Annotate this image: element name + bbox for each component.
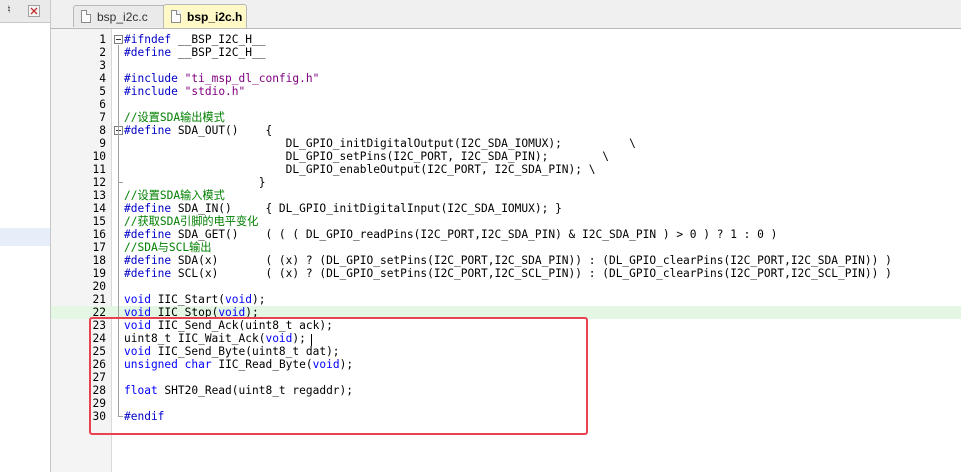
code-text[interactable]: DL_GPIO_initDigitalOutput(I2C_SDA_IOMUX)… [124,137,636,150]
fold-toggle-icon[interactable] [114,35,123,44]
code-line[interactable]: 16 #define SDA_GET() ( ( ( DL_GPIO_readPi… [51,228,961,241]
code-text[interactable]: #ifndef __BSP_I2C_H__ [124,33,265,46]
code-editor[interactable]: 1 #ifndef __BSP_I2C_H__ 2 #define __BSP_I2C… [51,29,961,472]
file-icon [81,10,91,23]
line-number: 12 [92,176,106,189]
pin-icon[interactable]: ♮ [7,3,11,16]
line-number: 10 [92,150,106,163]
code-line[interactable]: 18 #define SDA(x) ( (x) ? (DL_GPIO_setPin… [51,254,961,267]
code-text[interactable]: //设置SDA输入模式 [124,189,225,202]
code-text[interactable]: } [124,176,266,189]
code-text[interactable]: #define SCL(x) ( (x) ? (DL_GPIO_setPins(… [124,267,892,280]
code-line[interactable]: 21 void IIC_Start(void); [51,293,961,306]
code-line[interactable]: 8 #define SDA_OUT() { [51,124,961,137]
line-number: 6 [99,98,106,111]
code-line[interactable]: 19 #define SCL(x) ( (x) ? (DL_GPIO_setPin… [51,267,961,280]
code-text[interactable]: #define SDA_OUT() { [124,124,272,137]
fold-guide [118,136,119,182]
code-line[interactable]: 10 DL_GPIO_setPins(I2C_PORT, I2C_SDA_PIN… [51,150,961,163]
code-line[interactable]: 4 #include "ti_msp_dl_config.h" [51,72,961,85]
line-number: 14 [92,202,106,215]
editor-tab-bar: bsp_i2c.c bsp_i2c.h [51,0,961,29]
tab-label: bsp_i2c.h [187,9,243,24]
code-text[interactable]: #define SDA(x) ( (x) ? (DL_GPIO_setPins(… [124,254,892,267]
code-text[interactable]: #include "ti_msp_dl_config.h" [124,72,319,85]
line-number: 8 [99,124,106,137]
project-panel: ♮ [0,0,51,472]
line-number: 18 [92,254,106,267]
tab-bsp-i2c-c[interactable]: bsp_i2c.c [73,5,169,27]
code-line[interactable]: 14 #define SDA_IN() { DL_GPIO_initDigital… [51,202,961,215]
code-line[interactable]: 1 #ifndef __BSP_I2C_H__ [51,33,961,46]
code-line[interactable]: 15 //获取SDA引脚的电平变化 [51,215,961,228]
line-number: 11 [92,163,106,176]
line-number: 1 [99,33,106,46]
line-number: 3 [99,59,106,72]
code-line[interactable]: 12 } [51,176,961,189]
tab-label: bsp_i2c.c [97,9,148,24]
line-number: 15 [92,215,106,228]
code-line[interactable]: 2 #define __BSP_I2C_H__ [51,46,961,59]
close-icon[interactable] [28,5,40,17]
text-cursor [311,334,312,346]
code-line[interactable]: 9 DL_GPIO_initDigitalOutput(I2C_SDA_IOMU… [51,137,961,150]
line-number: 9 [99,137,106,150]
line-number: 20 [92,280,106,293]
code-line[interactable]: 13 //设置SDA输入模式 [51,189,961,202]
code-line[interactable]: 6 [51,98,961,111]
code-line[interactable]: 17 //SDA与SCL输出 [51,241,961,254]
code-text[interactable]: DL_GPIO_setPins(I2C_PORT, I2C_SDA_PIN); … [124,150,609,163]
project-panel-header: ♮ [0,0,50,23]
code-text[interactable]: //获取SDA引脚的电平变化 [124,215,258,228]
code-line[interactable]: 11 DL_GPIO_enableOutput(I2C_PORT, I2C_SD… [51,163,961,176]
line-number: 5 [99,85,106,98]
code-text[interactable]: //SDA与SCL输出 [124,241,211,254]
panel-selected-row[interactable] [0,228,50,246]
code-text[interactable]: #define __BSP_I2C_H__ [124,46,265,59]
code-text[interactable]: void IIC_Start(void); [124,293,265,306]
code-text[interactable]: #define SDA_IN() { DL_GPIO_initDigitalIn… [124,202,562,215]
line-number: 19 [92,267,106,280]
code-text[interactable]: //设置SDA输出模式 [124,111,225,124]
code-line[interactable]: 7 //设置SDA输出模式 [51,111,961,124]
tab-bsp-i2c-h[interactable]: bsp_i2c.h [163,4,247,28]
line-number: 16 [92,228,106,241]
code-text[interactable]: DL_GPIO_enableOutput(I2C_PORT, I2C_SDA_P… [124,163,596,176]
annotation-highlight-box [89,317,588,435]
line-number: 7 [99,111,106,124]
line-number: 4 [99,72,106,85]
code-text[interactable]: #include "stdio.h" [124,85,245,98]
line-number: 17 [92,241,106,254]
code-line[interactable]: 20 [51,280,961,293]
line-number: 21 [92,293,106,306]
fold-end-marker [118,182,123,183]
code-line[interactable]: 3 [51,59,961,72]
line-number: 13 [92,189,106,202]
line-number: 2 [99,46,106,59]
code-text[interactable]: #define SDA_GET() ( ( ( DL_GPIO_readPins… [124,228,777,241]
code-line[interactable]: 5 #include "stdio.h" [51,85,961,98]
file-icon [171,10,181,23]
